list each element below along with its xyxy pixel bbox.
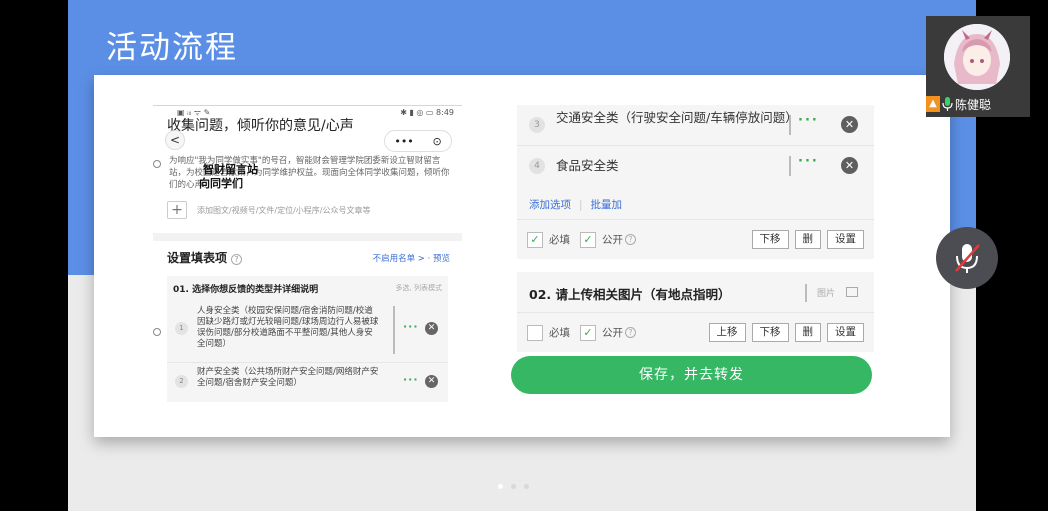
help-icon[interactable]: ? (231, 254, 243, 265)
plus-icon[interactable]: + (167, 201, 187, 219)
drag-handle[interactable] (789, 115, 791, 135)
add-attachment-placeholder: 添加图文/视频号/文件/定位/小程序/公众号文章等 (197, 205, 371, 215)
microphone-muted-icon (955, 244, 980, 273)
form-editor-panel: 3 交通安全类（行驶安全问题/车辆停放问题） ··· ✕ 4 食品安全类 ···… (511, 105, 874, 394)
move-down-button[interactable]: 下移 (751, 230, 789, 249)
move-down-button[interactable]: 下移 (751, 323, 789, 342)
participant-name-bar: ▲ 陈健聪 (926, 95, 991, 113)
back-icon[interactable]: < (165, 130, 185, 150)
avatar (944, 24, 1010, 90)
drag-handle[interactable] (805, 284, 807, 302)
form-description: 为响应"我为同学做实事"的号召，智能财会管理学院团委新设立智财留言站，为校园建言… (169, 155, 450, 191)
add-attachment-row[interactable]: + 添加图文/视频号/文件/定位/小程序/公众号文章等 (167, 201, 462, 219)
page-dot[interactable] (498, 484, 503, 489)
delete-option-icon[interactable]: ✕ (425, 322, 438, 335)
page-dot[interactable] (511, 484, 516, 489)
move-up-button[interactable]: 上移 (708, 323, 746, 342)
help-icon[interactable]: ? (625, 327, 636, 338)
question-1-mode: 多选, 列表模式 (395, 284, 442, 292)
more-options-icon[interactable]: ··· (798, 113, 819, 128)
delete-button[interactable]: 删 (794, 230, 821, 249)
question-1-title: 01. 选择你想反馈的类型并详细说明 (173, 284, 319, 295)
presentation-slide: 活动流程 ▣ ᵢₗₗ ᯤ ✎ ✱ ▮ ◎ ▭ 8:49 收集问题，倾听你的意见/… (68, 0, 976, 511)
save-and-share-button[interactable]: 保存，并去转发 (511, 356, 872, 394)
option-actions: 添加选项 | 批量加 (529, 199, 623, 211)
required-checkbox[interactable] (527, 324, 543, 341)
option-text: 交通安全类（行驶安全问题/车辆停放问题） (556, 110, 798, 125)
participant-name: 陈健聪 (955, 97, 992, 112)
option-text: 食品安全类 (556, 158, 619, 173)
slide-pagination (498, 484, 529, 489)
option-number: 1 (175, 322, 188, 335)
option-number: 3 (529, 117, 545, 133)
slide-title: 活动流程 (106, 30, 238, 66)
selection-handle-icon (153, 328, 161, 336)
required-checkbox[interactable]: ✓ (527, 231, 543, 248)
settings-header: 设置填表项? 不启用名单 > · 预览 (153, 241, 462, 266)
batch-add-link[interactable]: 批量加 (591, 199, 623, 211)
public-label: 公开 (602, 234, 623, 246)
anime-avatar-icon (944, 24, 1010, 90)
drag-handle[interactable] (393, 306, 395, 354)
option-number: 4 (529, 158, 545, 174)
question-1-controls: ✓ 必填 ✓ 公开 ? 下移 删 设置 (517, 219, 874, 259)
participant-video-tile[interactable]: ▲ 陈健聪 (926, 16, 1030, 117)
more-options-icon[interactable]: ··· (403, 373, 419, 386)
mute-toggle-button[interactable] (936, 227, 998, 289)
settings-button[interactable]: 设置 (827, 230, 864, 249)
selection-handle-icon (153, 160, 161, 168)
help-icon[interactable]: ? (625, 234, 636, 245)
question-2-block[interactable]: 02. 请上传相关图片（有地点指明） 图片 必填 ✓ 公开 ? 上移 下移 删 … (517, 272, 874, 352)
delete-option-icon[interactable]: ✕ (841, 116, 858, 133)
content-card: ▣ ᵢₗₗ ᯤ ✎ ✱ ▮ ◎ ▭ 8:49 收集问题，倾听你的意见/心声 < … (94, 75, 950, 437)
overlay-text-1: 智财留言站 (203, 163, 258, 176)
option-number: 2 (175, 375, 188, 388)
page-dot[interactable] (524, 484, 529, 489)
settings-button[interactable]: 设置 (827, 323, 864, 342)
public-label: 公开 (602, 327, 623, 339)
miniprogram-capsule[interactable]: ••• ⊙ (384, 130, 452, 152)
microphone-icon (942, 97, 953, 111)
overlay-text-2: 向同学们 (199, 177, 243, 190)
option-text: 财产安全类（公共场所财产安全问题/网络财产安全问题/宿舍财产安全问题） (197, 367, 379, 388)
settings-title: 设置填表项? (167, 249, 243, 266)
more-options-icon[interactable]: ··· (403, 320, 419, 333)
image-icon (846, 287, 858, 297)
question-2-mode: 图片 (817, 289, 836, 299)
add-option-link[interactable]: 添加选项 (529, 199, 571, 211)
question-2-controls: 必填 ✓ 公开 ? 上移 下移 删 设置 (517, 312, 874, 352)
settings-links[interactable]: 不启用名单 > · 预览 (373, 252, 450, 264)
public-checkbox[interactable]: ✓ (580, 231, 596, 248)
host-badge-icon: ▲ (926, 96, 940, 112)
public-checkbox[interactable]: ✓ (580, 324, 596, 341)
option-row[interactable]: 2 财产安全类（公共场所财产安全问题/网络财产安全问题/宿舍财产安全问题） ··… (167, 362, 448, 402)
section-divider (153, 233, 462, 241)
question-1-options: 3 交通安全类（行驶安全问题/车辆停放问题） ··· ✕ 4 食品安全类 ···… (517, 105, 874, 259)
option-text: 人身安全类（校园安保问题/宿舍消防问题/校道因缺少路灯或灯光较暗问题/球场周边行… (197, 306, 379, 349)
status-right: ✱ ▮ ◎ ▭ 8:49 (400, 108, 454, 117)
phone-screenshot: ▣ ᵢₗₗ ᯤ ✎ ✱ ▮ ◎ ▭ 8:49 收集问题，倾听你的意见/心声 < … (153, 105, 462, 407)
question-2-title: 02. 请上传相关图片（有地点指明） (529, 287, 731, 302)
required-label: 必填 (549, 234, 570, 246)
delete-option-icon[interactable]: ✕ (425, 375, 438, 388)
option-row[interactable]: 3 交通安全类（行驶安全问题/车辆停放问题） ··· ✕ (517, 105, 874, 145)
option-row[interactable]: 1 人身安全类（校园安保问题/宿舍消防问题/校道因缺少路灯或灯光较暗问题/球场周… (167, 300, 448, 362)
question-1-header[interactable]: 01. 选择你想反馈的类型并详细说明 多选, 列表模式 (167, 276, 448, 300)
option-row[interactable]: 4 食品安全类 ··· ✕ (517, 145, 874, 185)
delete-button[interactable]: 删 (794, 323, 821, 342)
phone-form-title: 收集问题，倾听你的意见/心声 (167, 118, 354, 134)
required-label: 必填 (549, 327, 570, 339)
delete-option-icon[interactable]: ✕ (841, 157, 858, 174)
more-options-icon[interactable]: ··· (798, 154, 819, 169)
close-icon[interactable]: ⊙ (432, 135, 441, 148)
more-icon[interactable]: ••• (394, 135, 413, 148)
drag-handle[interactable] (789, 156, 791, 176)
